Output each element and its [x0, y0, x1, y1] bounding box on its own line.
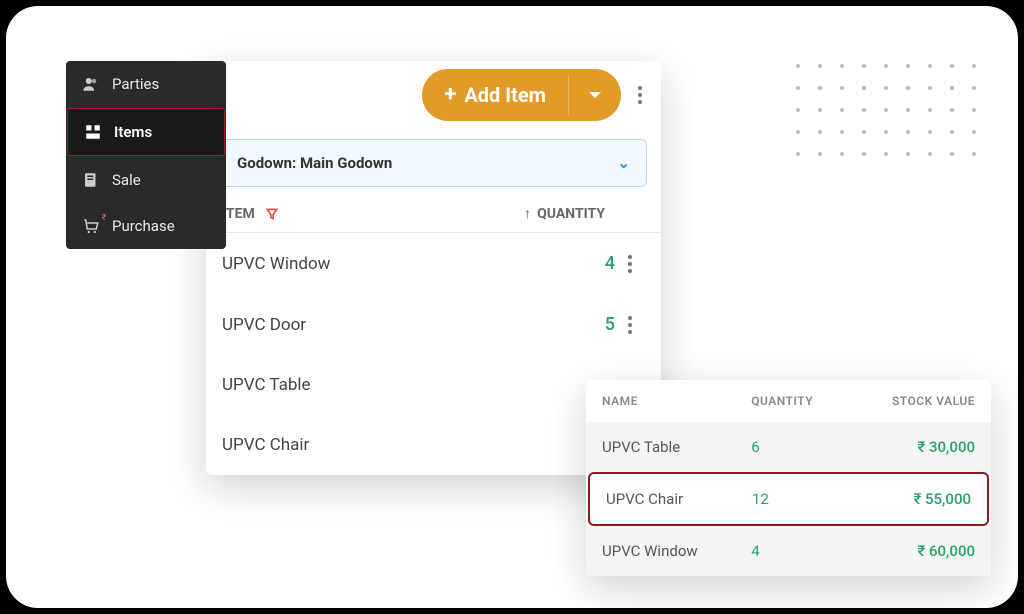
- item-header-label: ITEM: [222, 206, 255, 222]
- add-item-dropdown-toggle[interactable]: [568, 75, 621, 115]
- decorative-dots: [796, 64, 976, 156]
- stock-row-highlighted[interactable]: UPVC Chair 12 ₹ 55,000: [588, 472, 989, 526]
- sidebar-item-label: Parties: [112, 75, 159, 93]
- quantity-sort-button[interactable]: ↑ QUANTITY: [495, 205, 645, 222]
- panel-toolbar: + Add Item: [206, 61, 661, 129]
- stock-value: ₹ 60,000: [851, 542, 975, 560]
- stock-qty: 6: [751, 438, 850, 456]
- item-qty: 5: [495, 314, 615, 335]
- item-name: UPVC Door: [222, 315, 495, 335]
- value-header: STOCK VALUE: [851, 394, 975, 408]
- godown-label: Godown: Main Godown: [237, 154, 392, 172]
- stock-qty: 4: [751, 542, 850, 560]
- item-name: UPVC Chair: [222, 435, 495, 455]
- add-item-button[interactable]: + Add Item: [422, 69, 621, 121]
- purchase-icon: [82, 217, 100, 235]
- item-qty: 4: [495, 253, 615, 274]
- sidebar-nav: Parties Items Sale Purchase: [66, 61, 226, 249]
- stock-value: ₹ 30,000: [851, 438, 975, 456]
- row-more-button[interactable]: [615, 316, 645, 334]
- sidebar-item-parties[interactable]: Parties: [66, 61, 226, 107]
- plus-icon: +: [444, 84, 456, 106]
- godown-selector[interactable]: Godown: Main Godown ⌄: [220, 139, 647, 187]
- chevron-down-icon: [587, 89, 603, 101]
- row-more-button[interactable]: [615, 255, 645, 273]
- stock-name: UPVC Chair: [606, 490, 752, 508]
- item-name: UPVC Window: [222, 254, 495, 274]
- stock-table-header: NAME QUANTITY STOCK VALUE: [586, 380, 991, 422]
- quantity-header: QUANTITY: [751, 394, 850, 408]
- add-button-label: Add Item: [464, 83, 546, 107]
- sidebar-item-sale[interactable]: Sale: [66, 157, 226, 203]
- panel-more-button[interactable]: [629, 86, 651, 104]
- stock-value-panel: NAME QUANTITY STOCK VALUE UPVC Table 6 ₹…: [586, 380, 991, 576]
- stock-qty: 12: [752, 490, 849, 508]
- item-name: UPVC Table: [222, 375, 495, 395]
- sidebar-item-items[interactable]: Items: [67, 108, 225, 156]
- sidebar-item-label: Items: [114, 123, 152, 141]
- items-icon: [84, 123, 102, 141]
- stock-name: UPVC Window: [602, 542, 751, 560]
- stock-row[interactable]: UPVC Window 4 ₹ 60,000: [586, 526, 991, 576]
- app-canvas: Parties Items Sale Purchase +: [6, 6, 1018, 608]
- stock-value: ₹ 55,000: [849, 490, 971, 508]
- name-header: NAME: [602, 394, 751, 408]
- sale-icon: [82, 171, 100, 189]
- arrow-up-icon: ↑: [524, 205, 531, 222]
- items-table-header: ITEM ↑ QUANTITY: [206, 187, 661, 233]
- chevron-down-icon: ⌄: [617, 154, 630, 172]
- stock-name: UPVC Table: [602, 438, 751, 456]
- item-row[interactable]: UPVC Door 5: [206, 294, 661, 355]
- quantity-header-label: QUANTITY: [537, 206, 605, 222]
- stock-row[interactable]: UPVC Table 6 ₹ 30,000: [586, 422, 991, 472]
- sidebar-item-label: Sale: [112, 171, 141, 189]
- sidebar-item-purchase[interactable]: Purchase: [66, 203, 226, 249]
- sidebar-item-label: Purchase: [112, 217, 175, 235]
- item-row[interactable]: UPVC Window 4: [206, 233, 661, 294]
- parties-icon: [82, 75, 100, 93]
- filter-icon[interactable]: [265, 207, 279, 221]
